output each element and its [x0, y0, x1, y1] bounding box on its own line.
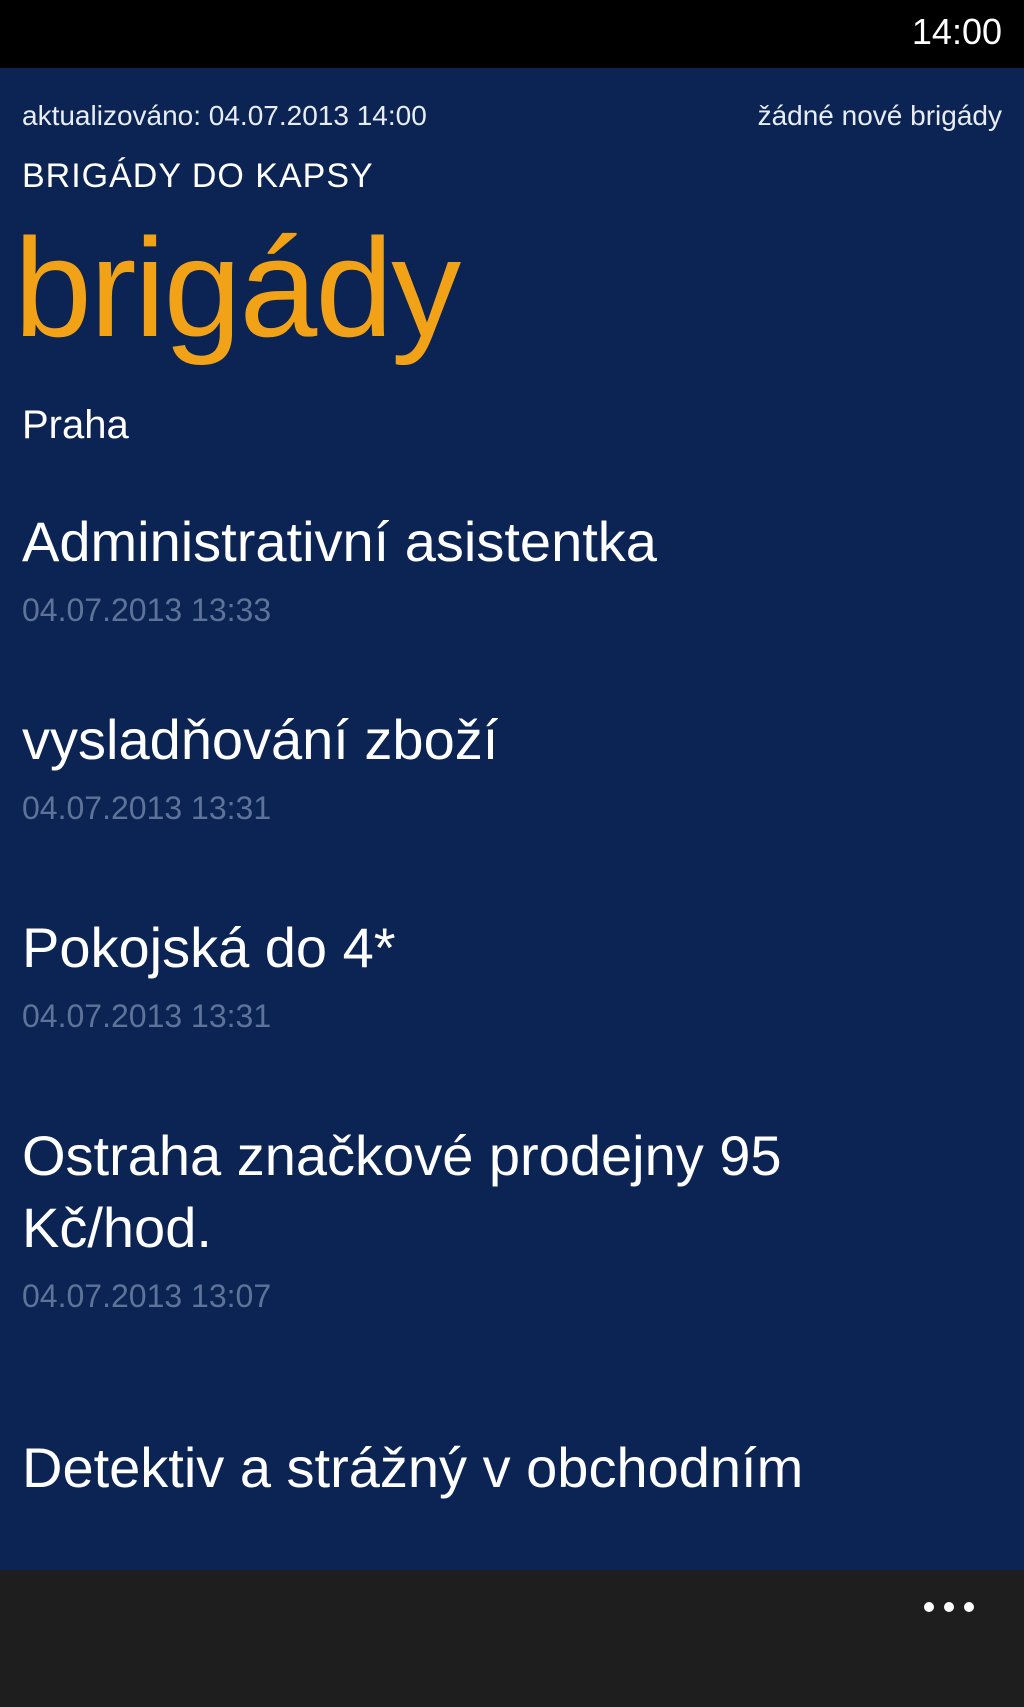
location-label: Praha: [22, 403, 129, 447]
phone-screen: 14:00 aktualizováno: 04.07.2013 14:00 žá…: [0, 0, 1024, 1707]
job-list-item[interactable]: Administrativní asistentka 04.07.2013 13…: [22, 506, 1002, 630]
page-title: brigády: [14, 209, 461, 366]
panorama-page: aktualizováno: 04.07.2013 14:00 žádné no…: [0, 68, 1024, 1570]
new-jobs-status: žádné nové brigády: [757, 100, 1002, 131]
last-updated-text: aktualizováno: 04.07.2013 14:00: [22, 100, 427, 131]
job-list-item[interactable]: Ostraha značkové prodejny 95 Kč/hod. 04.…: [22, 1120, 902, 1316]
job-posted-time: 04.07.2013 13:07: [22, 1278, 272, 1314]
job-title: vysladňování zboží: [22, 708, 499, 771]
job-list-item[interactable]: Detektiv a strážný v obchodním: [22, 1432, 1002, 1504]
job-list-item[interactable]: vysladňování zboží 04.07.2013 13:31: [22, 704, 1002, 828]
app-name: BRIGÁDY DO KAPSY: [22, 157, 374, 195]
job-posted-time: 04.07.2013 13:31: [22, 998, 272, 1034]
status-time: 14:00: [911, 11, 1002, 52]
job-title: Detektiv a strážný v obchodním: [22, 1436, 804, 1499]
job-list-item[interactable]: Pokojská do 4* 04.07.2013 13:31: [22, 912, 1002, 1036]
update-info-row: aktualizováno: 04.07.2013 14:00 žádné no…: [22, 96, 1002, 136]
job-posted-time: 04.07.2013 13:31: [22, 790, 272, 826]
job-title: Ostraha značkové prodejny 95 Kč/hod.: [22, 1124, 782, 1259]
status-bar: 14:00: [0, 0, 1024, 68]
job-posted-time: 04.07.2013 13:33: [22, 592, 272, 628]
job-title: Administrativní asistentka: [22, 510, 657, 573]
job-title: Pokojská do 4*: [22, 916, 396, 979]
application-bar: [0, 1570, 1024, 1707]
more-options-button[interactable]: [924, 1592, 984, 1622]
